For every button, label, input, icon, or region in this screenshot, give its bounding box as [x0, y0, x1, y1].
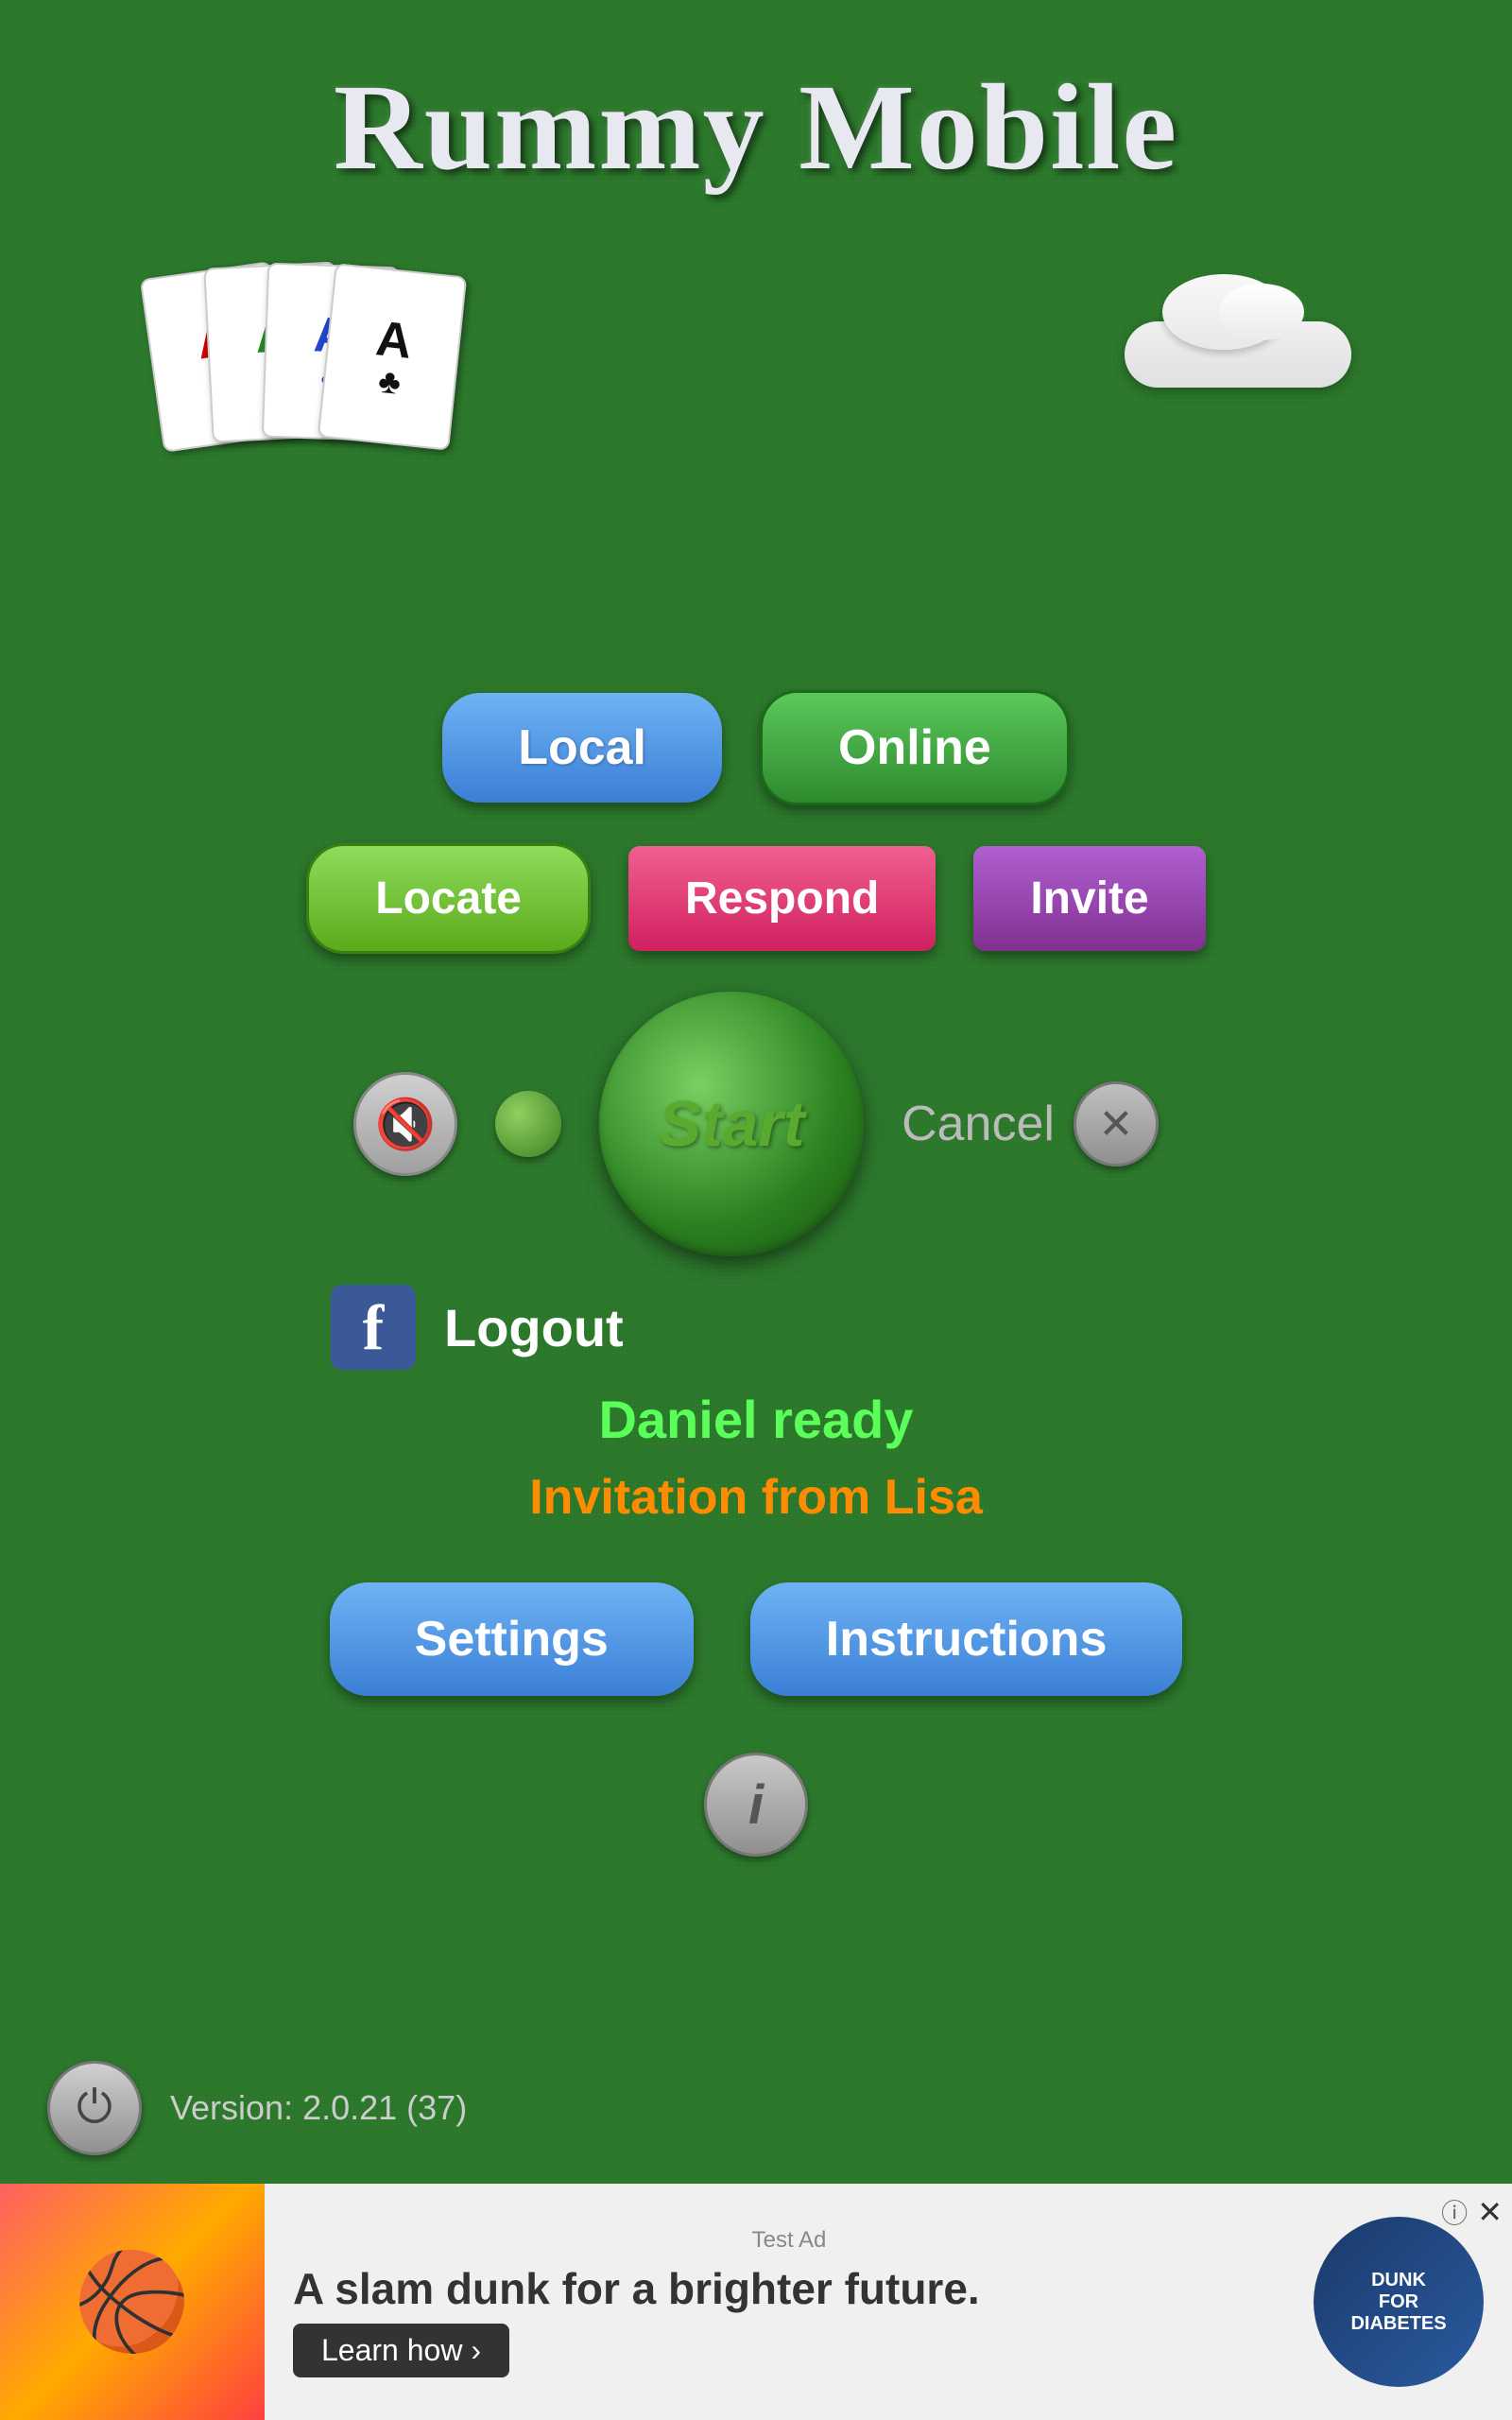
cancel-button[interactable]: ✕: [1074, 1081, 1159, 1167]
app-title: Rummy Mobile: [0, 0, 1512, 199]
player-dot-1: [495, 1091, 561, 1157]
game-mode-row: Local Online: [442, 690, 1070, 805]
ad-image: 🏀: [0, 2184, 265, 2420]
start-button[interactable]: Start: [599, 992, 864, 1256]
cloud-decoration: [1106, 293, 1370, 406]
settings-button[interactable]: Settings: [330, 1582, 694, 1696]
locate-button[interactable]: Locate: [306, 843, 591, 954]
ad-test-label: Test Ad: [293, 2227, 1285, 2254]
invitation-status: Invitation from Lisa: [529, 1469, 983, 1526]
cancel-area: Cancel ✕: [902, 1081, 1159, 1167]
ad-headline: A slam dunk for a brighter future.: [293, 2263, 1285, 2314]
ad-learn-more-button[interactable]: Learn how ›: [293, 2324, 509, 2377]
respond-button[interactable]: Respond: [628, 846, 936, 951]
cards-display: A ♥ A ♦ A ♠ A ♣: [151, 265, 510, 454]
bottom-area: ⏻ Version: 2.0.21 (37): [47, 2061, 467, 2155]
ad-close-area: ⓘ ✕: [1441, 2193, 1503, 2231]
instructions-button[interactable]: Instructions: [750, 1582, 1183, 1696]
mute-icon: 🔇: [375, 1096, 437, 1153]
version-label: Version: 2.0.21 (37): [170, 2088, 467, 2128]
facebook-icon: f: [331, 1285, 416, 1370]
logout-button[interactable]: Logout: [444, 1297, 624, 1358]
info-icon: i: [748, 1773, 764, 1837]
game-controls-row: 🔇 Start Cancel ✕: [0, 992, 1512, 1256]
info-button[interactable]: i: [704, 1753, 808, 1857]
ad-content: Test Ad A slam dunk for a brighter futur…: [265, 2208, 1314, 2396]
online-button[interactable]: Online: [760, 690, 1070, 805]
power-button[interactable]: ⏻: [47, 2061, 142, 2155]
ad-badge: DUNK FOR DIABETES: [1314, 2217, 1484, 2387]
network-row: Locate Respond Invite: [306, 843, 1205, 954]
invite-button[interactable]: Invite: [973, 846, 1205, 951]
cancel-label: Cancel: [902, 1096, 1055, 1152]
ad-info-icon[interactable]: ⓘ: [1441, 2193, 1468, 2231]
cancel-icon: ✕: [1099, 1100, 1134, 1149]
power-icon: ⏻: [77, 2082, 112, 2135]
settings-instructions-row: Settings Instructions: [330, 1582, 1183, 1696]
ad-close-button[interactable]: ✕: [1477, 2194, 1503, 2230]
card-4: A ♣: [318, 263, 468, 451]
local-button[interactable]: Local: [442, 693, 722, 803]
player-ready-status: Daniel ready: [598, 1389, 913, 1450]
logout-row: f Logout: [331, 1285, 1181, 1370]
mute-button[interactable]: 🔇: [353, 1072, 457, 1176]
main-content: Local Online Locate Respond Invite 🔇 Sta…: [0, 690, 1512, 1932]
ad-banner: 🏀 Test Ad A slam dunk for a brighter fut…: [0, 2184, 1512, 2420]
